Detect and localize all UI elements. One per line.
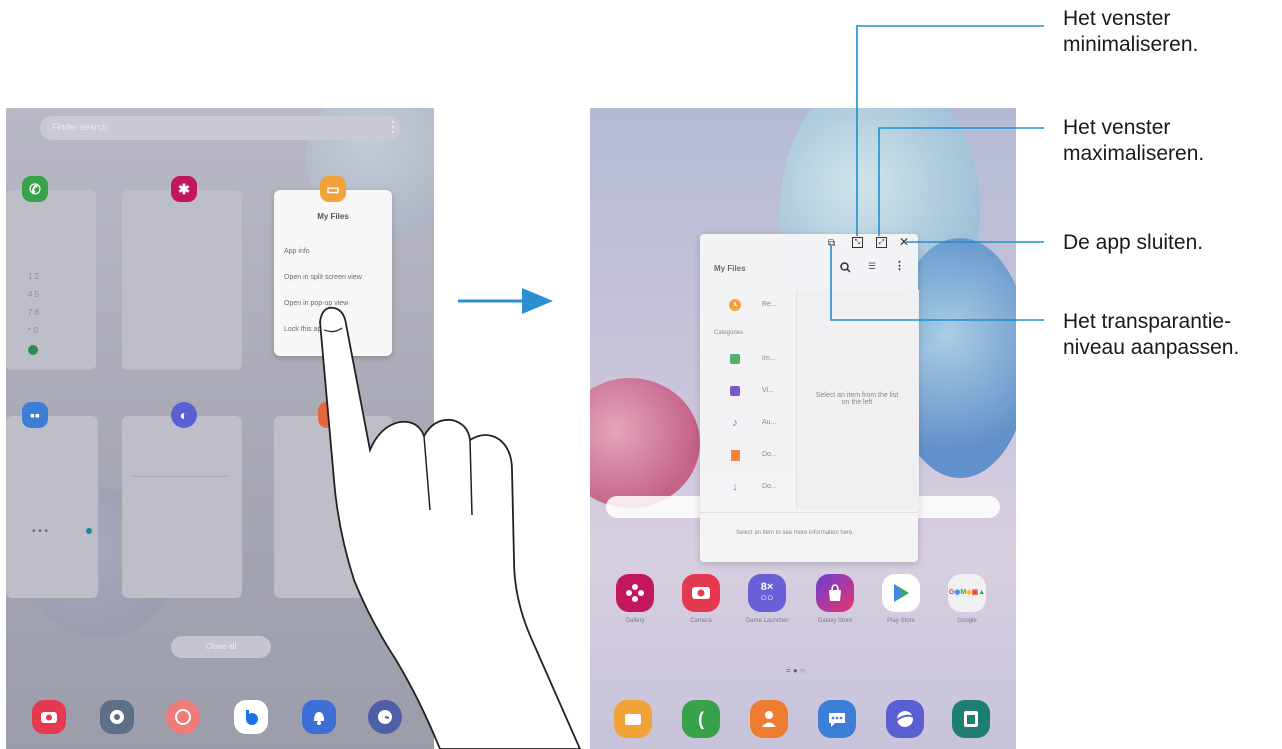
callout-line-2: maximaliseren. — [1063, 142, 1205, 165]
callout-line-1: Het transparantie- — [1063, 310, 1232, 333]
callout-lines — [830, 25, 1044, 321]
callout-line-1: Het venster — [1063, 7, 1171, 30]
callout-minimize: Het venster minimaliseren. — [1063, 6, 1198, 58]
callout-line-2: niveau aanpassen. — [1063, 336, 1240, 359]
callout-transparency: Het transparantie- niveau aanpassen. — [1063, 309, 1239, 361]
callout-maximize: Het venster maximaliseren. — [1063, 115, 1204, 167]
callout-line-1: Het venster — [1063, 116, 1171, 139]
callout-line-1: De app sluiten. — [1063, 231, 1204, 254]
callout-line-2: minimaliseren. — [1063, 33, 1199, 56]
callout-close: De app sluiten. — [1063, 230, 1203, 256]
